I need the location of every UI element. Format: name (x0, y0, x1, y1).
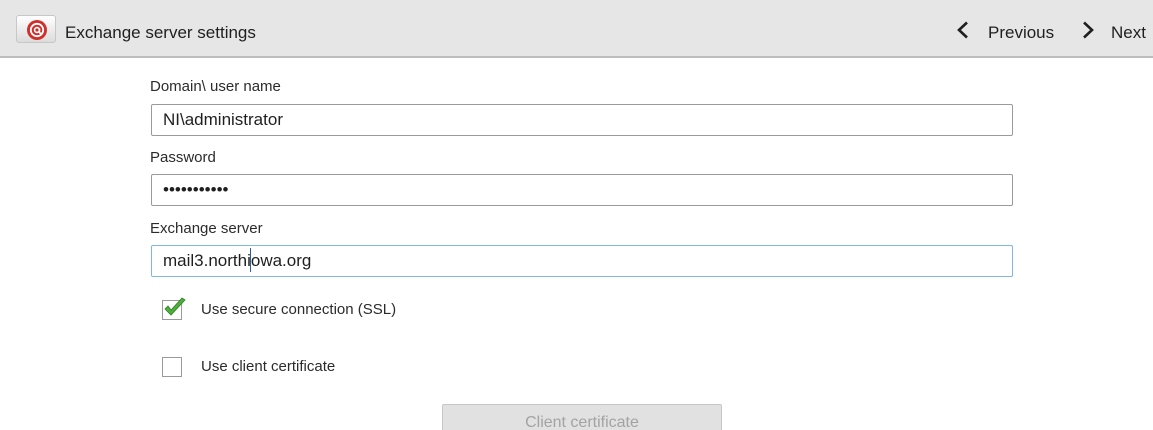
checkmark-icon (164, 297, 186, 316)
next-button[interactable]: Next (1081, 16, 1153, 42)
next-label: Next (1111, 23, 1146, 42)
previous-label: Previous (988, 23, 1055, 42)
ssl-checkbox-label: Use secure connection (SSL) (201, 301, 397, 318)
client-cert-checkbox-row[interactable]: Use client certificate (162, 357, 362, 379)
chevron-left-icon (956, 21, 970, 44)
client-cert-checkbox-label: Use client certificate (201, 358, 336, 375)
domain-user-input[interactable] (151, 104, 1013, 136)
previous-button[interactable]: Previous (956, 16, 1062, 42)
chevron-right-icon (1081, 21, 1095, 44)
ssl-checkbox[interactable] (162, 297, 186, 320)
ssl-checkbox-row[interactable]: Use secure connection (SSL) (162, 297, 422, 322)
exchange-server-label: Exchange server (150, 220, 263, 237)
email-at-icon[interactable] (16, 15, 56, 43)
client-cert-checkbox[interactable] (162, 357, 182, 377)
page-title: Exchange server settings (65, 23, 256, 42)
action-bar: Exchange server settings Previous Next (0, 0, 1153, 58)
client-certificate-button[interactable]: Client certificate (442, 404, 722, 430)
password-field[interactable] (151, 174, 1013, 206)
password-label: Password (150, 149, 216, 166)
domain-user-label: Domain\ user name (150, 78, 281, 95)
text-cursor (250, 248, 251, 272)
exchange-server-input[interactable] (151, 245, 1013, 277)
exchange-settings-screen: Exchange server settings Previous Next D… (0, 0, 1153, 430)
